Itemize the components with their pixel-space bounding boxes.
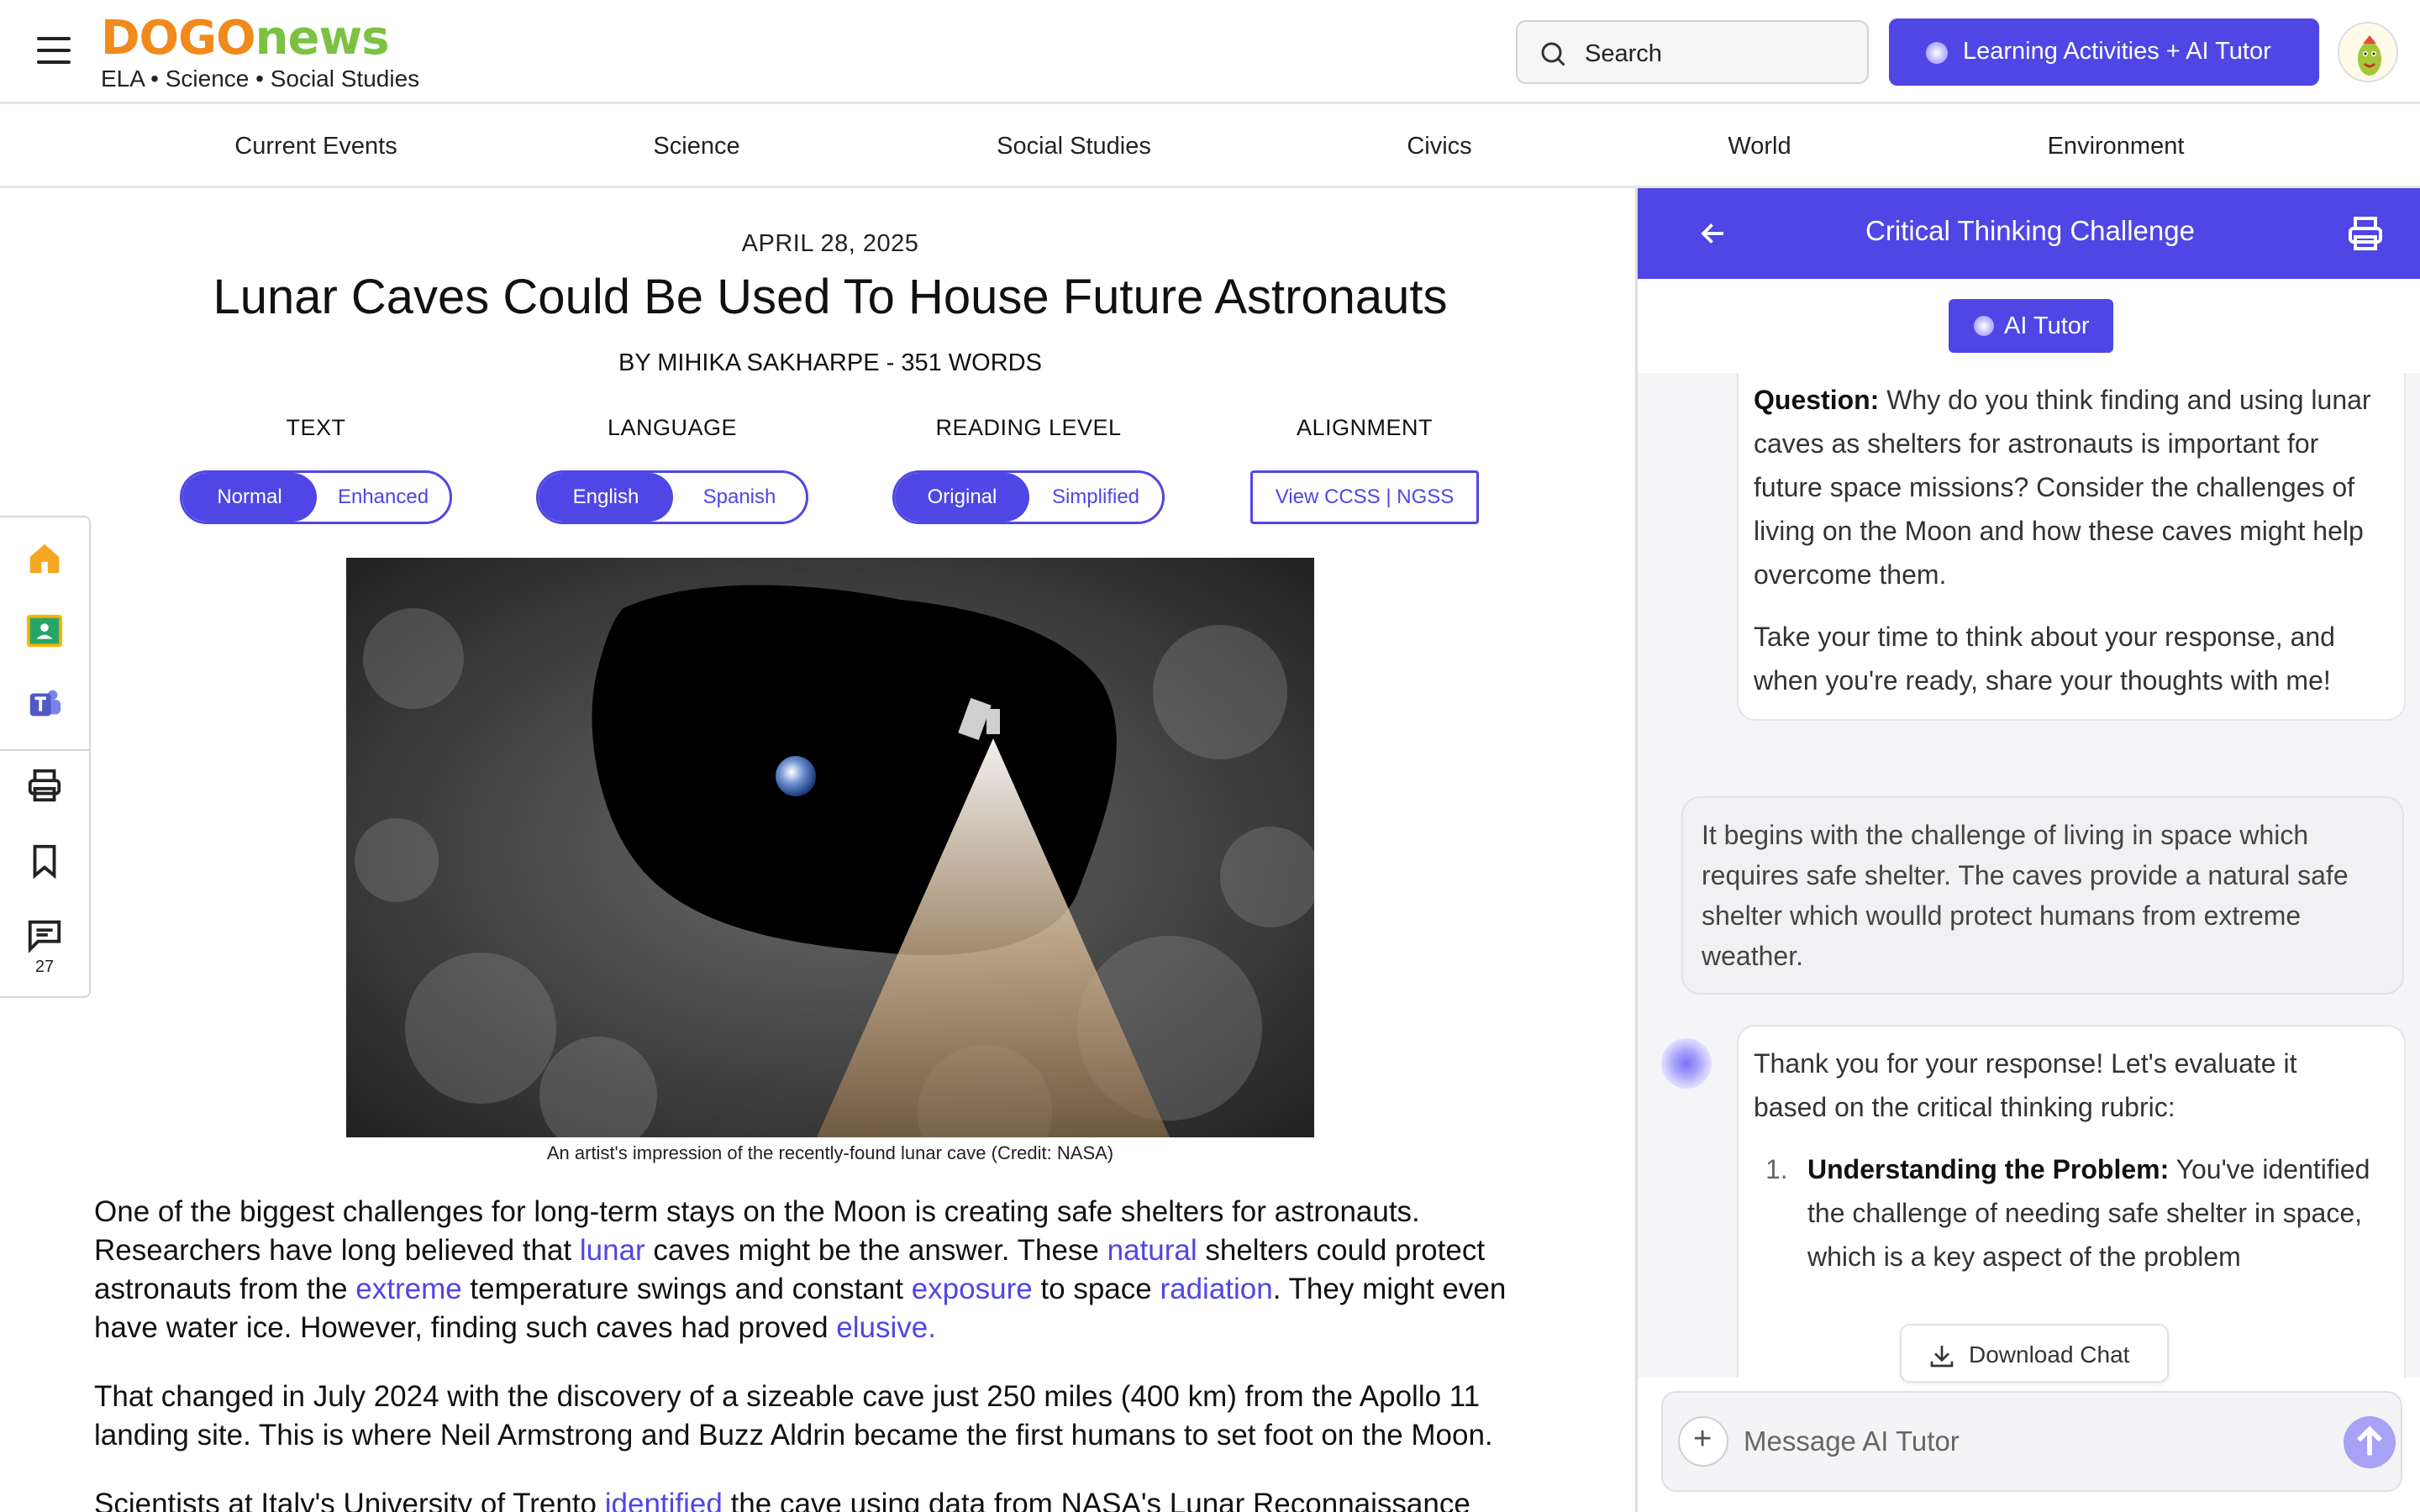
teams-icon[interactable] (25, 684, 64, 722)
evaluation-intro: Thank you for your response! Let's evalu… (1754, 1048, 2297, 1122)
ai-orb-icon (1926, 42, 1948, 64)
download-icon (1930, 1346, 1954, 1368)
vocab-link-lunar[interactable]: lunar (580, 1234, 645, 1267)
ai-avatar-icon (1661, 1038, 1712, 1089)
ai-tutor-button[interactable]: AI Tutor (1949, 299, 2113, 353)
article-image (346, 558, 1314, 1137)
site-tagline: ELA • Science • Social Studies (101, 66, 420, 92)
nav-world[interactable]: World (1728, 133, 1791, 160)
message-composer: + (1661, 1391, 2402, 1492)
chat-thread[interactable]: Question: Why do you think finding and u… (1638, 373, 2420, 1378)
site-header: DOGOnews ELA • Science • Social Studies … (0, 0, 2420, 104)
vocab-link-natural[interactable]: natural (1107, 1234, 1197, 1267)
reading-level-toggle: Original Simplified (892, 470, 1165, 524)
plus-icon: + (1693, 1421, 1712, 1457)
rubric-item-1: 1. Understanding the Problem: You've ide… (1754, 1147, 2374, 1278)
nav-science[interactable]: Science (653, 133, 739, 160)
vocab-link-extreme[interactable]: extreme (355, 1273, 461, 1305)
text-label: TEXT (286, 415, 346, 440)
side-toolbar: 27 (0, 516, 91, 998)
article-title: Lunar Caves Could Be Used To House Futur… (213, 270, 1448, 324)
language-spanish-option[interactable]: Spanish (673, 473, 806, 522)
search-box[interactable]: Search (1516, 20, 1869, 84)
language-toggle: English Spanish (536, 470, 808, 524)
reading-simplified-option[interactable]: Simplified (1029, 473, 1162, 522)
vocab-link-exposure[interactable]: exposure (912, 1273, 1033, 1305)
nav-environment[interactable]: Environment (2048, 133, 2185, 160)
vocab-link-identified[interactable]: identified (605, 1488, 723, 1512)
ai-tutor-panel: Critical Thinking Challenge AI Tutor Que… (1635, 188, 2420, 1512)
download-chat-button[interactable]: Download Chat (1900, 1324, 2169, 1383)
article-paragraph-1: One of the biggest challenges for long-t… (94, 1195, 1507, 1344)
google-classroom-icon[interactable] (25, 612, 64, 650)
article: APRIL 28, 2025 Lunar Caves Could Be Used… (0, 188, 1637, 1512)
rubric-number: 1. (1765, 1154, 1788, 1184)
home-icon[interactable] (25, 539, 64, 578)
reading-original-option[interactable]: Original (895, 473, 1029, 522)
alignment-label: ALIGNMENT (1296, 415, 1434, 440)
dogonews-logo[interactable]: DOGOnews (101, 13, 390, 64)
user-message: It begins with the challenge of living i… (1681, 796, 2404, 995)
search-icon (1541, 42, 1565, 66)
arrow-up-icon (2357, 1425, 2382, 1456)
search-label: Search (1585, 40, 1662, 67)
article-byline: BY MIHIKA SAKHARPE - 351 WORDS (618, 349, 1042, 376)
learning-activities-button[interactable]: Learning Activities + AI Tutor (1889, 18, 2319, 86)
nav-social-studies[interactable]: Social Studies (997, 133, 1151, 160)
panel-title: Critical Thinking Challenge (1865, 215, 2195, 246)
text-normal-option[interactable]: Normal (182, 473, 317, 522)
toolbar-divider (0, 749, 89, 751)
nav-current-events[interactable]: Current Events (234, 133, 397, 160)
rubric-label: Understanding the Problem: (1807, 1154, 2170, 1184)
ai-orb-icon (1974, 316, 1994, 336)
vocab-link-radiation[interactable]: radiation (1160, 1273, 1272, 1305)
view-standards-button[interactable]: View CCSS | NGSS (1250, 470, 1479, 524)
language-label: LANGUAGE (607, 415, 738, 440)
image-caption: An artist's impression of the recently-f… (546, 1142, 1114, 1163)
article-date: APRIL 28, 2025 (741, 230, 919, 257)
category-nav: Current Events Science Social Studies Ci… (0, 104, 2420, 188)
article-paragraph-3: Scientists at Italy's University of Tren… (94, 1485, 1556, 1512)
text-toggle: Normal Enhanced (180, 470, 452, 524)
vocab-link-elusive[interactable]: elusive. (836, 1311, 936, 1344)
print-icon[interactable] (25, 766, 64, 805)
bookmark-icon[interactable] (25, 842, 64, 880)
ai-message-question: Question: Why do you think finding and u… (1737, 373, 2406, 721)
user-avatar[interactable] (2338, 22, 2398, 82)
message-input[interactable] (1744, 1418, 2265, 1465)
panel-print-icon[interactable] (2345, 213, 2386, 254)
text-enhanced-option[interactable]: Enhanced (317, 473, 450, 522)
article-paragraph-2: That changed in July 2024 with the disco… (94, 1380, 1493, 1452)
question-text: Why do you think finding and using lunar… (1754, 385, 2371, 590)
comments-icon[interactable] (25, 916, 64, 954)
attach-plus-button[interactable]: + (1678, 1416, 1728, 1467)
menu-icon[interactable] (37, 37, 71, 64)
reading-level-label: READING LEVEL (935, 415, 1122, 440)
nav-civics[interactable]: Civics (1407, 133, 1471, 160)
panel-header: Critical Thinking Challenge (1638, 188, 2420, 279)
question-followup: Take your time to think about your respo… (1754, 622, 2335, 696)
comment-count: 27 (34, 958, 55, 976)
question-label: Question: (1754, 385, 1880, 415)
send-button[interactable] (2344, 1416, 2396, 1468)
language-english-option[interactable]: English (539, 473, 673, 522)
